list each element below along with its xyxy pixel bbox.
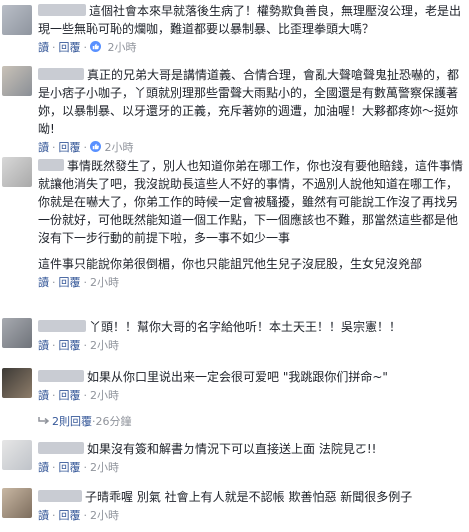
reply-link[interactable]: 回覆 — [59, 509, 81, 522]
comment-actions: 讀 · 回覆 · 2小時 — [38, 141, 134, 154]
avatar[interactable] — [2, 488, 32, 518]
comment-text: 如果从你口里说出来一定会很可爱吧 "我跳跟你们拼命~" — [87, 370, 388, 384]
reply-link[interactable]: 回覆 — [59, 389, 81, 402]
author-name[interactable] — [38, 370, 84, 382]
reply-link[interactable]: 回覆 — [59, 461, 81, 474]
avatar[interactable] — [2, 5, 32, 35]
reply-arrow-icon — [38, 417, 50, 425]
reply-link[interactable]: 回覆 — [59, 141, 81, 154]
reply-link[interactable]: 回覆 — [59, 41, 81, 54]
read-link[interactable]: 讀 — [38, 276, 49, 289]
read-link[interactable]: 讀 — [38, 141, 49, 154]
author-name[interactable] — [38, 159, 64, 171]
comment-body: 真正的兄弟大哥是講情道義、合情合理，會亂大聲嗆聲鬼扯恐嚇的，都是小痞子小咖子，丫… — [38, 66, 466, 156]
avatar[interactable] — [2, 157, 32, 187]
comment-text: 丫頭！！幫你大哥的名字給他听！本土天王！！吳宗憲！！ — [89, 320, 402, 334]
comment-time[interactable]: 2小時 — [90, 461, 119, 474]
author-name[interactable] — [38, 4, 86, 16]
read-link[interactable]: 讀 — [38, 339, 49, 352]
reply-link[interactable]: 回覆 — [59, 276, 81, 289]
comment-body: 如果沒有簽和解書ㄉ情況下可以直接送上面 法院見ㄛ!! 讀 · 回覆 · 2小時 — [38, 440, 466, 476]
avatar[interactable] — [2, 440, 32, 470]
comment-text: 真正的兄弟大哥是講情道義、合情合理，會亂大聲嗆聲鬼扯恐嚇的，都是小痞子小咖子，丫… — [38, 68, 460, 136]
view-replies[interactable]: 2則回覆·26分鐘 — [38, 414, 466, 430]
comment-text: 事情既然發生了，別人也知道你弟在哪工作，你也沒有要他賠錢，這件事情就讓他消失了吧… — [38, 159, 464, 245]
comment-body: 這個社會本來早就落後生病了！權勢欺負善良，無理壓沒公理，老是出現一些無恥可恥的爛… — [38, 2, 466, 56]
avatar[interactable] — [2, 66, 32, 96]
comment-time[interactable]: 2小時 — [90, 339, 119, 352]
comment-text: 如果沒有簽和解書ㄉ情況下可以直接送上面 法院見ㄛ!! — [87, 442, 377, 456]
replies-time[interactable]: 26分鐘 — [96, 415, 132, 428]
comment-body: 事情既然發生了，別人也知道你弟在哪工作，你也沒有要他賠錢，這件事情就讓他消失了吧… — [38, 157, 466, 291]
comment-actions: 讀 · 回覆 · 2小時 — [38, 389, 119, 402]
replies-count-link[interactable]: 2則回覆 — [52, 415, 92, 428]
avatar[interactable] — [2, 318, 32, 348]
comment-time[interactable]: 2小時 — [90, 389, 119, 402]
comment-actions: 讀 · 回覆 · 2小時 — [38, 509, 119, 522]
author-name[interactable] — [38, 320, 86, 332]
comment-body: 丫頭！！幫你大哥的名字給他听！本土天王！！吳宗憲！！ 讀 · 回覆 · 2小時 — [38, 318, 466, 354]
comment-actions: 讀 · 回覆 · 2小時 — [38, 276, 119, 289]
comment-body: 如果从你口里说出来一定会很可爱吧 "我跳跟你们拼命~" 讀 · 回覆 · 2小時 2則回… — [38, 368, 466, 430]
read-link[interactable]: 讀 — [38, 509, 49, 522]
comment-time[interactable]: 2小時 — [108, 41, 137, 54]
read-link[interactable]: 讀 — [38, 461, 49, 474]
comment-text: 子晴乖喔 別氣 社會上有人就是不認帳 欺善怕惡 新聞很多例子 — [85, 490, 413, 504]
avatar[interactable] — [2, 368, 32, 398]
comment-time[interactable]: 2小時 — [90, 509, 119, 522]
comment-text-second: 這件事只能說你弟很倒楣，你也只能詛咒他生兒子沒屁股，生女兒沒兇部 — [38, 257, 423, 271]
read-link[interactable]: 讀 — [38, 389, 49, 402]
author-name[interactable] — [38, 68, 84, 80]
comment-time[interactable]: 2小時 — [90, 276, 119, 289]
comment-actions: 讀 · 回覆 · 2小時 — [38, 339, 119, 352]
comment-body: 子晴乖喔 別氣 社會上有人就是不認帳 欺善怕惡 新聞很多例子 讀 · 回覆 · 2小時 — [38, 488, 466, 524]
like-icon[interactable] — [90, 141, 101, 152]
comment-text: 這個社會本來早就落後生病了！權勢欺負善良，無理壓沒公理，老是出現一些無恥可恥的爛… — [38, 4, 462, 36]
read-link[interactable]: 讀 — [38, 41, 49, 54]
comment-actions: 讀 · 回覆 · 2小時 — [38, 41, 137, 54]
author-name[interactable] — [38, 490, 82, 502]
comment-actions: 讀 · 回覆 · 2小時 — [38, 461, 119, 474]
reply-link[interactable]: 回覆 — [59, 339, 81, 352]
like-icon[interactable] — [90, 41, 101, 52]
comment-time[interactable]: 2小時 — [105, 141, 134, 154]
author-name[interactable] — [38, 442, 84, 454]
